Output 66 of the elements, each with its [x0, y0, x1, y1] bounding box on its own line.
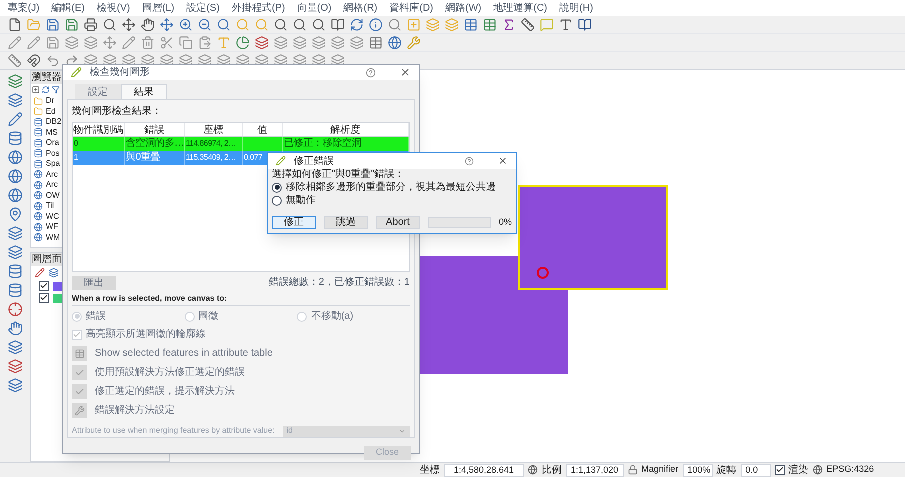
- dialog-button[interactable]: Abort: [376, 216, 420, 229]
- menu-item[interactable]: 向量(O): [297, 0, 332, 16]
- menu-item[interactable]: 網格(R): [344, 0, 378, 16]
- scale-field[interactable]: 1:1,137,020: [566, 464, 624, 476]
- coordinate-field[interactable]: 1:4,580,28.641: [444, 464, 524, 476]
- menu-item[interactable]: 資料庫(D): [390, 0, 434, 16]
- action-label: 使用預設解決方法修正選定的錯誤: [95, 366, 245, 380]
- browser-item[interactable]: DB2: [46, 117, 62, 128]
- radio-label: 移除相鄰多邊形的重疊部分，視其為最短公共邊: [286, 182, 496, 193]
- menu-item[interactable]: 地理運算(C): [494, 0, 548, 16]
- action-label: 錯誤解決方法設定: [95, 404, 175, 418]
- magnifier-field[interactable]: 100%: [682, 464, 713, 476]
- radio-label: 不移動(a): [311, 310, 354, 324]
- browser-item[interactable]: WF: [46, 222, 58, 232]
- browser-item[interactable]: Spa: [46, 159, 60, 170]
- action-label: Show selected features in attribute table: [95, 347, 273, 361]
- table-cell: 與0重疊: [125, 151, 185, 165]
- tab[interactable]: 設定: [75, 84, 121, 99]
- crs-button[interactable]: EPSG:4326: [826, 463, 874, 477]
- menu-item[interactable]: 圖層(L): [142, 0, 175, 16]
- browser-item[interactable]: OW: [46, 190, 60, 201]
- browser-item[interactable]: WM: [46, 232, 60, 243]
- progress-text: 0%: [498, 216, 512, 228]
- table-cell: 1: [73, 151, 125, 165]
- radio-label: 圖徵: [198, 310, 219, 324]
- browser-item[interactable]: Ed: [46, 106, 56, 117]
- browser-item[interactable]: Til: [46, 201, 54, 212]
- radio-label: 無動作: [286, 195, 316, 206]
- section-label: When a row is selected, move canvas to:: [72, 293, 410, 306]
- column-header[interactable]: 解析度: [283, 123, 409, 136]
- menu-item[interactable]: 編輯(E): [52, 0, 86, 16]
- summary-text: 錯誤總數：2，已修正錯誤數：1: [268, 276, 410, 290]
- rotation-label: 旋轉: [716, 464, 737, 477]
- menu-item[interactable]: 網路(W): [446, 0, 482, 16]
- results-label: 幾何圖形檢查結果：: [72, 104, 163, 119]
- browser-item[interactable]: Arc: [46, 170, 58, 180]
- table-row[interactable]: 0 含空洞的多… 114.86974, 2… 已修正：移除空洞: [73, 137, 409, 151]
- column-header[interactable]: 錯誤: [125, 123, 185, 136]
- dialog-button[interactable]: 修正: [272, 216, 316, 229]
- prompt-text: 選擇如何修正"與0重疊"錯誤：: [272, 169, 406, 180]
- rotation-field[interactable]: 0.0: [740, 464, 771, 476]
- radio-label: 錯誤: [86, 310, 106, 324]
- menu-item[interactable]: 說明(H): [560, 0, 594, 16]
- browser-item[interactable]: MS: [46, 128, 58, 138]
- column-header[interactable]: 座標: [185, 123, 243, 136]
- table-cell: 115.35409, 2…: [185, 151, 243, 165]
- merge-label: Attribute to use when merging features by attribute value:: [72, 425, 275, 437]
- tab[interactable]: 結果: [121, 84, 167, 99]
- magnifier-label: Magnifier: [642, 463, 679, 476]
- menu-item[interactable]: 設定(S): [186, 0, 220, 16]
- browser-item[interactable]: Pos: [46, 148, 60, 159]
- menu-item[interactable]: 專案(J): [8, 0, 40, 16]
- coordinate-label: 坐標: [420, 464, 440, 477]
- browser-item[interactable]: Dr: [46, 96, 54, 106]
- checkbox-label: 高亮顯示所選圖徵的輪廓線: [86, 328, 206, 342]
- render-label: 渲染: [788, 464, 809, 477]
- action-label: 修正選定的錯誤，提示解決方法: [95, 384, 235, 399]
- menu-item[interactable]: 檢視(V): [97, 0, 130, 16]
- column-header[interactable]: 物件識別碼: [73, 123, 125, 136]
- column-header[interactable]: 值: [243, 123, 283, 136]
- browser-item[interactable]: Ora: [46, 138, 60, 148]
- browser-item[interactable]: Arc: [46, 180, 58, 190]
- browser-item[interactable]: WC: [46, 212, 60, 222]
- dialog-button[interactable]: 跳過: [324, 216, 368, 229]
- scale-label: 比例: [542, 464, 562, 477]
- menu-item[interactable]: 外掛程式(P): [232, 0, 286, 16]
